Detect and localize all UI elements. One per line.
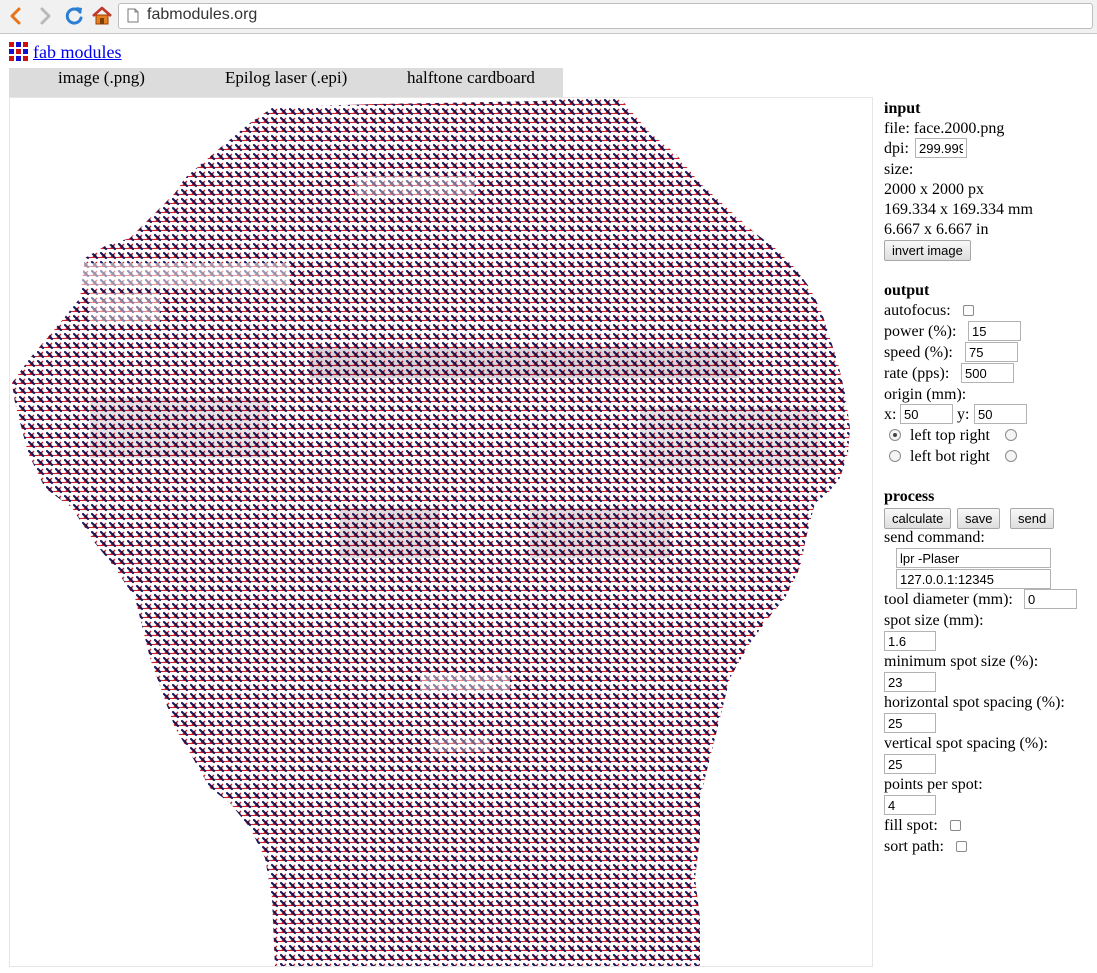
origin-y-label: y: [957, 406, 970, 423]
rate-input[interactable] [961, 363, 1014, 383]
origin-y-input[interactable] [974, 404, 1027, 424]
horizontal-spacing-label: horizontal spot spacing (%): [884, 694, 1065, 711]
size-px-text: 2000 x 2000 px [884, 181, 984, 198]
reload-icon [65, 7, 83, 25]
address-bar[interactable]: fabmodules.org [118, 3, 1093, 29]
points-per-spot-label: points per spot: [884, 776, 983, 793]
url-text: fabmodules.org [147, 6, 258, 23]
tab-epilog-laser[interactable]: Epilog laser (.epi) [225, 68, 347, 88]
file-label: file: face.2000.png [884, 120, 1005, 137]
back-button[interactable] [4, 4, 28, 28]
module-tab-bar: image (.png) Epilog laser (.epi) halfton… [9, 68, 563, 97]
sort-path-label: sort path: [884, 838, 944, 855]
back-arrow-icon [10, 7, 21, 25]
speed-label: speed (%): [884, 344, 953, 361]
dpi-label: dpi: [884, 140, 909, 157]
size-mm-text: 169.334 x 169.334 mm [884, 201, 1033, 218]
vertical-spacing-label: vertical spot spacing (%): [884, 735, 1048, 752]
halftone-toolpath-canvas [12, 98, 850, 966]
tab-image-png[interactable]: image (.png) [58, 68, 145, 88]
tab-halftone-cardboard[interactable]: halftone cardboard [407, 68, 535, 88]
input-heading: input [884, 100, 921, 117]
spot-size-label: spot size (mm): [884, 612, 984, 629]
fab-logo-icon [9, 42, 28, 61]
horizontal-spacing-input[interactable] [884, 713, 936, 733]
forward-button[interactable] [33, 4, 57, 28]
fab-modules-link[interactable]: fab modules [33, 42, 121, 63]
reload-button[interactable] [62, 4, 86, 28]
process-heading: process [884, 488, 935, 505]
spot-size-input[interactable] [884, 631, 936, 651]
origin-label: origin (mm): [884, 386, 967, 403]
fill-spot-label: fill spot: [884, 817, 938, 834]
halftone-spot-field [12, 98, 850, 966]
dpi-input[interactable] [915, 138, 967, 158]
power-label: power (%): [884, 323, 957, 340]
send-button[interactable]: send [1010, 508, 1055, 529]
browser-toolbar: fabmodules.org [0, 0, 1097, 34]
rate-label: rate (pps): [884, 365, 950, 382]
origin-row1-label: left top right [910, 427, 990, 444]
save-button[interactable]: save [957, 508, 1001, 529]
home-button[interactable] [90, 4, 114, 28]
origin-left-top-radio[interactable] [889, 429, 901, 441]
speed-input[interactable] [965, 342, 1018, 362]
home-icon [92, 6, 112, 25]
forward-arrow-icon [40, 7, 51, 25]
page-icon [127, 8, 139, 23]
origin-x-input[interactable] [900, 404, 953, 424]
autofocus-checkbox[interactable] [963, 305, 974, 316]
points-per-spot-input[interactable] [884, 795, 936, 815]
server-input[interactable] [896, 569, 1051, 589]
size-label: size: [884, 161, 914, 178]
vertical-spacing-input[interactable] [884, 754, 936, 774]
invert-image-button[interactable]: invert image [884, 240, 971, 261]
send-command-input[interactable] [896, 548, 1051, 568]
origin-right-bot-radio[interactable] [1005, 450, 1017, 462]
send-command-label: send command: [884, 529, 985, 546]
tool-diameter-input[interactable] [1024, 589, 1077, 609]
power-input[interactable] [968, 321, 1021, 341]
sort-path-checkbox[interactable] [956, 841, 967, 852]
calculate-button[interactable]: calculate [884, 508, 952, 529]
tool-diameter-label: tool diameter (mm): [884, 591, 1013, 608]
autofocus-label: autofocus: [884, 302, 951, 319]
origin-right-top-radio[interactable] [1005, 429, 1017, 441]
size-in-text: 6.667 x 6.667 in [884, 221, 989, 238]
origin-row2-label: left bot right [910, 448, 990, 465]
output-heading: output [884, 282, 930, 299]
fill-spot-checkbox[interactable] [950, 820, 961, 831]
origin-x-label: x: [884, 406, 897, 423]
toolpath-preview [9, 97, 873, 967]
min-spot-size-input[interactable] [884, 672, 936, 692]
min-spot-size-label: minimum spot size (%): [884, 653, 1039, 670]
origin-left-bot-radio[interactable] [889, 450, 901, 462]
